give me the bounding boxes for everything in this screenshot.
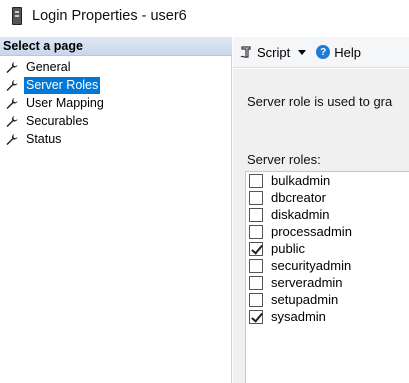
wrench-icon (6, 97, 18, 109)
role-row-securityadmin[interactable]: securityadmin (246, 257, 409, 274)
role-checkbox[interactable] (249, 292, 263, 307)
role-label: serveradmin (271, 275, 343, 290)
roles-description: Server role is used to gra (247, 94, 393, 109)
role-checkbox[interactable] (249, 309, 263, 324)
page-item-user-mapping[interactable]: User Mapping (0, 94, 232, 112)
page-selector-header: Select a page (0, 37, 232, 56)
role-row-sysadmin[interactable]: sysadmin (246, 308, 409, 325)
role-row-serveradmin[interactable]: serveradmin (246, 274, 409, 291)
page-list: General Server Roles User Mapping Secura… (0, 58, 232, 148)
role-row-dbcreator[interactable]: dbcreator (246, 189, 409, 206)
role-row-setupadmin[interactable]: setupadmin (246, 291, 409, 308)
login-properties-window: Login Properties - user6 Select a page G… (0, 0, 409, 383)
script-label: Script (257, 44, 291, 60)
role-checkbox[interactable] (249, 173, 263, 188)
page-item-status[interactable]: Status (0, 130, 232, 148)
page-item-label: Status (26, 131, 62, 146)
wrench-icon (6, 79, 18, 91)
role-row-bulkadmin[interactable]: bulkadmin (246, 172, 409, 189)
role-label: bulkadmin (271, 173, 331, 188)
wrench-icon (6, 61, 18, 73)
role-row-processadmin[interactable]: processadmin (246, 223, 409, 240)
page-selector-pane: Select a page General Server Roles User … (0, 37, 232, 383)
script-button[interactable]: Script (239, 45, 290, 60)
role-label: processadmin (271, 224, 352, 239)
page-item-securables[interactable]: Securables (0, 112, 232, 130)
page-item-label: Server Roles (24, 76, 101, 94)
role-label: sysadmin (271, 309, 326, 324)
role-label: setupadmin (271, 292, 339, 307)
server-roles-list: bulkadmin dbcreator diskadmin processadm… (245, 171, 409, 383)
server-roles-label: Server roles: (247, 152, 321, 167)
role-label: securityadmin (271, 258, 352, 273)
window-title: Login Properties - user6 (32, 8, 187, 24)
script-dropdown-arrow-icon[interactable] (298, 49, 307, 55)
help-button[interactable]: ? Help (316, 45, 361, 60)
script-icon (240, 46, 251, 58)
role-checkbox[interactable] (249, 207, 263, 222)
wrench-icon (6, 133, 18, 145)
server-roles-page: Server role is used to gra Server roles:… (233, 69, 409, 383)
wrench-icon (6, 115, 18, 127)
toolbar: Script ? Help (233, 37, 409, 68)
role-label: public (271, 241, 305, 256)
help-label: Help (334, 44, 361, 60)
page-item-general[interactable]: General (0, 58, 232, 76)
help-icon: ? (316, 45, 331, 59)
role-checkbox[interactable] (249, 241, 263, 256)
page-item-label: User Mapping (26, 95, 104, 110)
role-checkbox[interactable] (249, 258, 263, 273)
role-checkbox[interactable] (249, 275, 263, 290)
role-row-diskadmin[interactable]: diskadmin (246, 206, 409, 223)
role-row-public[interactable]: public (246, 240, 409, 257)
page-item-label: General (26, 59, 71, 74)
server-icon (12, 7, 22, 25)
role-label: dbcreator (271, 190, 326, 205)
role-checkbox[interactable] (249, 190, 263, 205)
page-item-server-roles[interactable]: Server Roles (0, 76, 232, 94)
title-bar: Login Properties - user6 (0, 0, 409, 34)
role-checkbox[interactable] (249, 224, 263, 239)
page-item-label: Securables (26, 113, 89, 128)
role-label: diskadmin (271, 207, 330, 222)
